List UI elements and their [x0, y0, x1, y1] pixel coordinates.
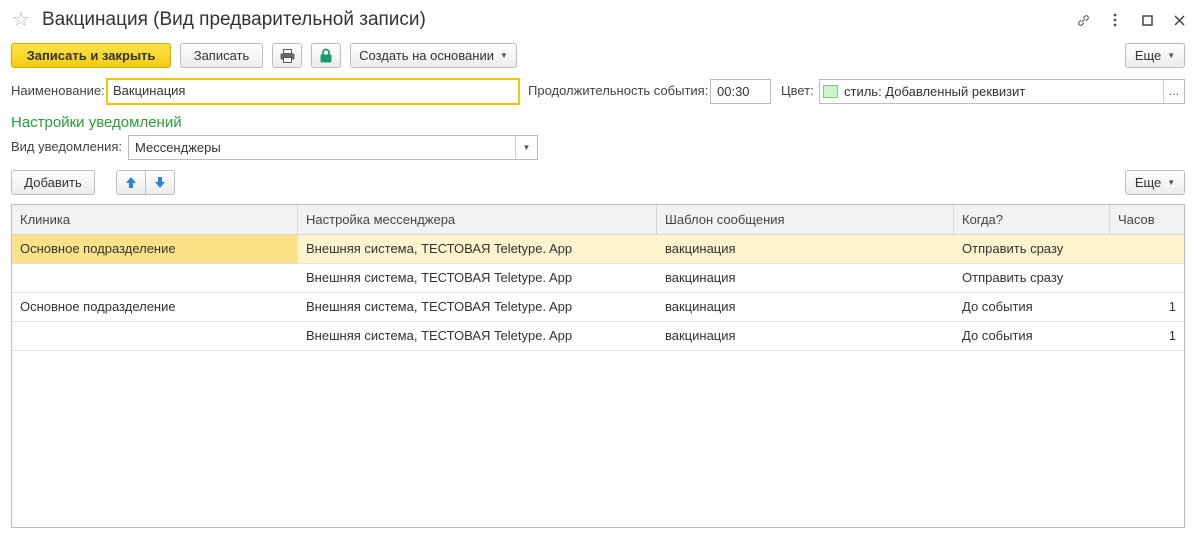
- color-label: Цвет:: [781, 83, 814, 98]
- move-down-button[interactable]: [145, 170, 175, 195]
- notifications-section-title: Настройки уведомлений: [11, 114, 182, 131]
- notification-type-label: Вид уведомления:: [11, 139, 122, 154]
- cell-clinic[interactable]: [12, 322, 298, 350]
- column-header-messenger[interactable]: Настройка мессенджера: [298, 205, 657, 234]
- lock-button[interactable]: [311, 43, 341, 68]
- cell-template[interactable]: вакцинация: [657, 322, 954, 350]
- arrow-down-icon: [155, 177, 165, 188]
- cell-messenger[interactable]: Внешняя система, ТЕСТОВАЯ Teletype. App: [298, 235, 657, 263]
- duration-label: Продолжительность события:: [528, 83, 709, 98]
- color-value: стиль: Добавленный реквизит: [844, 84, 1026, 99]
- more-menu-label: Еще: [1134, 48, 1162, 63]
- cell-hours[interactable]: 1: [1110, 322, 1184, 350]
- table-more-button[interactable]: Еще ▼: [1125, 170, 1185, 195]
- table-row[interactable]: Внешняя система, ТЕСТОВАЯ Teletype. App …: [12, 264, 1184, 293]
- table-header: Клиника Настройка мессенджера Шаблон соо…: [12, 205, 1184, 235]
- notification-type-value: Мессенджеры: [135, 140, 221, 155]
- favorite-star-icon[interactable]: ☆: [12, 9, 30, 31]
- more-vertical-icon[interactable]: [1099, 10, 1131, 30]
- printer-icon: [280, 48, 294, 63]
- add-row-button[interactable]: Добавить: [11, 170, 95, 195]
- cell-clinic[interactable]: Основное подразделение: [12, 235, 298, 263]
- create-based-on-button[interactable]: Создать на основании ▼: [350, 43, 517, 68]
- cell-template[interactable]: вакцинация: [657, 293, 954, 321]
- arrow-up-icon: [126, 177, 136, 188]
- cell-messenger[interactable]: Внешняя система, ТЕСТОВАЯ Teletype. App: [298, 293, 657, 321]
- cell-when[interactable]: Отправить сразу: [954, 264, 1110, 292]
- cell-when[interactable]: До события: [954, 322, 1110, 350]
- save-button[interactable]: Записать: [180, 43, 263, 68]
- cell-hours[interactable]: [1110, 264, 1184, 292]
- create-based-on-label: Создать на основании: [359, 48, 494, 63]
- cell-clinic[interactable]: Основное подразделение: [12, 293, 298, 321]
- cell-messenger[interactable]: Внешняя система, ТЕСТОВАЯ Teletype. App: [298, 322, 657, 350]
- notification-type-select[interactable]: Мессенджеры ▼: [128, 135, 538, 160]
- window-controls: [1067, 10, 1195, 30]
- close-icon[interactable]: [1163, 10, 1195, 30]
- duration-input[interactable]: 00:30: [710, 79, 771, 104]
- name-label: Наименование:: [11, 83, 105, 98]
- cell-when[interactable]: Отправить сразу: [954, 235, 1110, 263]
- chevron-down-icon[interactable]: ▼: [515, 136, 537, 159]
- color-swatch: [823, 85, 838, 99]
- save-and-close-button[interactable]: Записать и закрыть: [11, 43, 171, 68]
- cell-template[interactable]: вакцинация: [657, 264, 954, 292]
- chevron-down-icon: ▼: [499, 51, 508, 60]
- print-button[interactable]: [272, 43, 302, 68]
- cell-template[interactable]: вакцинация: [657, 235, 954, 263]
- column-header-hours[interactable]: Часов: [1110, 205, 1184, 234]
- table-row[interactable]: Основное подразделение Внешняя система, …: [12, 293, 1184, 322]
- notifications-table[interactable]: Клиника Настройка мессенджера Шаблон соо…: [11, 204, 1185, 528]
- column-header-template[interactable]: Шаблон сообщения: [657, 205, 954, 234]
- color-select-button[interactable]: ...: [1163, 80, 1184, 103]
- maximize-icon[interactable]: [1131, 10, 1163, 30]
- move-up-button[interactable]: [116, 170, 146, 195]
- cell-hours[interactable]: 1: [1110, 293, 1184, 321]
- more-menu-button[interactable]: Еще ▼: [1125, 43, 1185, 68]
- lock-icon: [320, 48, 332, 63]
- cell-clinic[interactable]: [12, 264, 298, 292]
- chevron-down-icon: ▼: [1167, 51, 1176, 60]
- color-field[interactable]: стиль: Добавленный реквизит ...: [819, 79, 1185, 104]
- chevron-down-icon: ▼: [1167, 178, 1176, 187]
- table-row[interactable]: Основное подразделение Внешняя система, …: [12, 235, 1184, 264]
- name-input[interactable]: Вакцинация: [106, 78, 520, 105]
- cell-when[interactable]: До события: [954, 293, 1110, 321]
- window-title: Вакцинация (Вид предварительной записи): [42, 9, 426, 30]
- cell-messenger[interactable]: Внешняя система, ТЕСТОВАЯ Teletype. App: [298, 264, 657, 292]
- column-header-when[interactable]: Когда?: [954, 205, 1110, 234]
- column-header-clinic[interactable]: Клиника: [12, 205, 298, 234]
- cell-hours[interactable]: [1110, 235, 1184, 263]
- table-more-label: Еще: [1134, 175, 1162, 190]
- link-icon[interactable]: [1067, 10, 1099, 30]
- table-row[interactable]: Внешняя система, ТЕСТОВАЯ Teletype. App …: [12, 322, 1184, 351]
